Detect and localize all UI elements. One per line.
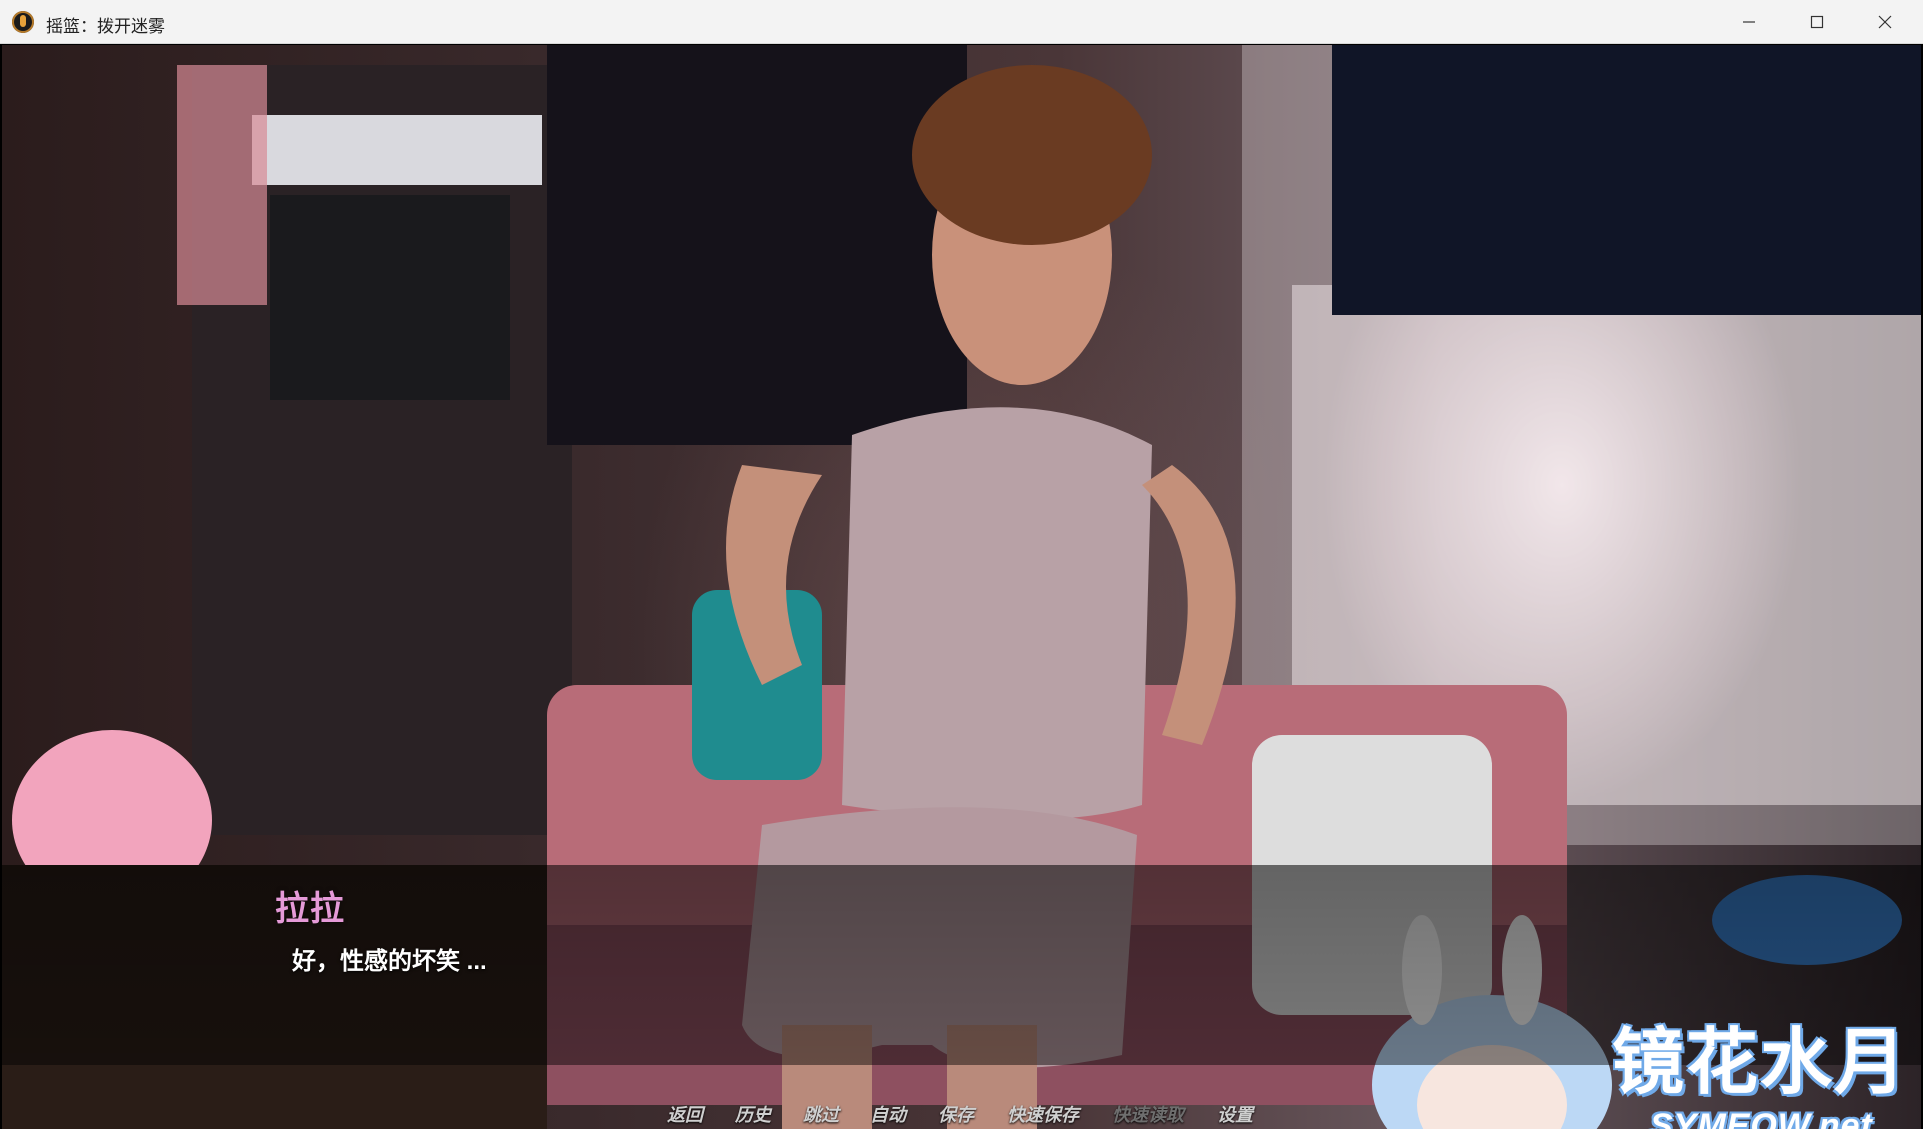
window-titlebar: 摇篮：拨开迷雾: [0, 0, 1923, 44]
arcade-marquee: [252, 115, 542, 185]
wall-panel: [177, 65, 267, 305]
close-button[interactable]: [1851, 0, 1919, 44]
minimize-icon: [1743, 21, 1755, 23]
quick-menu-back[interactable]: 返回: [667, 1101, 703, 1127]
quick-menu-skip[interactable]: 跳过: [803, 1101, 839, 1127]
quick-menu: 返回 历史 跳过 自动 保存 快速保存 快速读取 设置: [2, 1097, 1921, 1129]
maximize-icon: [1810, 15, 1824, 29]
close-icon: [1878, 15, 1892, 29]
quick-menu-save[interactable]: 保存: [938, 1101, 974, 1127]
poster: [547, 45, 967, 445]
minimize-button[interactable]: [1715, 0, 1783, 44]
quick-menu-settings[interactable]: 设置: [1217, 1101, 1253, 1127]
maximize-button[interactable]: [1783, 0, 1851, 44]
dialogue-text: 好，性感的坏笑 ...: [292, 948, 487, 975]
game-viewport[interactable]: 拉拉 好，性感的坏笑 ... 镜花水月 SYMEOW.net 返回 历史 跳过 …: [2, 45, 1921, 1129]
arcade-screen: [270, 195, 510, 400]
quick-menu-quick-save[interactable]: 快速保存: [1007, 1101, 1079, 1127]
quick-menu-history[interactable]: 历史: [735, 1101, 771, 1127]
speaker-name: 拉拉: [275, 890, 345, 928]
app-icon: [12, 11, 34, 33]
window-title: 摇篮：拨开迷雾: [46, 17, 165, 36]
quick-menu-auto[interactable]: 自动: [870, 1101, 906, 1127]
quick-menu-quick-load[interactable]: 快速读取: [1112, 1101, 1184, 1127]
watermark-logo: 镜花水月: [1612, 1023, 1909, 1103]
tv-screen: [1332, 45, 1921, 315]
